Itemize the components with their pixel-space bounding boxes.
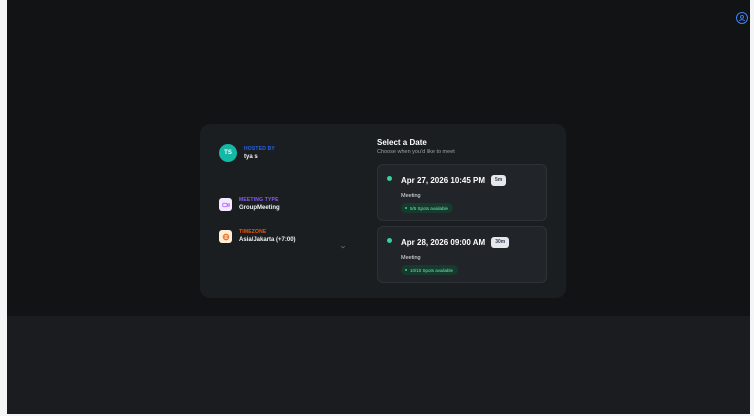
slot-datetime: Apr 28, 2026 09:00 AM	[401, 237, 486, 247]
slot-type: Meeting	[401, 193, 421, 199]
right-frame-edge	[750, 0, 754, 416]
video-icon	[219, 198, 232, 211]
date-selection: Select a Date Choose when you'd like to …	[377, 138, 547, 283]
host-info: TS HOSTED BY tya s	[219, 144, 275, 162]
slot-type: Meeting	[401, 255, 421, 261]
duration-badge: 5m	[491, 175, 507, 186]
availability-dot	[405, 207, 407, 209]
availability-badge: 5/5 Spots available	[401, 203, 454, 213]
slot-datetime-row: Apr 27, 2026 10:45 PM 5m	[401, 175, 507, 186]
date-picker-subtitle: Choose when you'd like to meet	[377, 149, 455, 155]
meeting-type-label: MEETING TYPE	[239, 197, 279, 203]
footer-area	[7, 316, 750, 414]
status-dot	[387, 238, 392, 243]
avatar: TS	[219, 144, 237, 162]
slot-datetime: Apr 27, 2026 10:45 PM	[401, 175, 486, 185]
availability-dot	[405, 269, 407, 271]
timezone-selector[interactable]: TIMEZONE Asia/Jakarta (+7:00)	[219, 229, 359, 249]
host-name: tya s	[244, 153, 258, 160]
account-icon[interactable]	[736, 12, 748, 24]
availability-badge: 10/10 Spots available	[401, 265, 459, 275]
timezone-label: TIMEZONE	[239, 229, 267, 235]
booking-card: TS HOSTED BY tya s MEETING TYPE GroupMee…	[200, 124, 566, 298]
availability-text: 10/10 Spots available	[410, 267, 454, 273]
globe-icon	[219, 230, 232, 243]
meeting-type-value: GroupMeeting	[239, 205, 280, 211]
date-picker-title: Select a Date	[377, 138, 427, 147]
availability-text: 5/5 Spots available	[410, 205, 449, 211]
duration-badge: 30m	[491, 237, 510, 248]
chevron-down-icon	[340, 245, 346, 249]
hosted-by-label: HOSTED BY	[244, 145, 275, 152]
left-frame-edge	[0, 0, 7, 416]
user-icon	[738, 14, 746, 22]
meeting-type-info: MEETING TYPE GroupMeeting	[219, 197, 280, 212]
slot-datetime-row: Apr 28, 2026 09:00 AM 30m	[401, 237, 510, 248]
timezone-value: Asia/Jakarta (+7:00)	[239, 237, 296, 243]
status-dot	[387, 176, 392, 181]
time-slot-1[interactable]: Apr 27, 2026 10:45 PM 5m Meeting 5/5 Spo…	[377, 164, 547, 221]
time-slot-2[interactable]: Apr 28, 2026 09:00 AM 30m Meeting 10/10 …	[377, 226, 547, 283]
